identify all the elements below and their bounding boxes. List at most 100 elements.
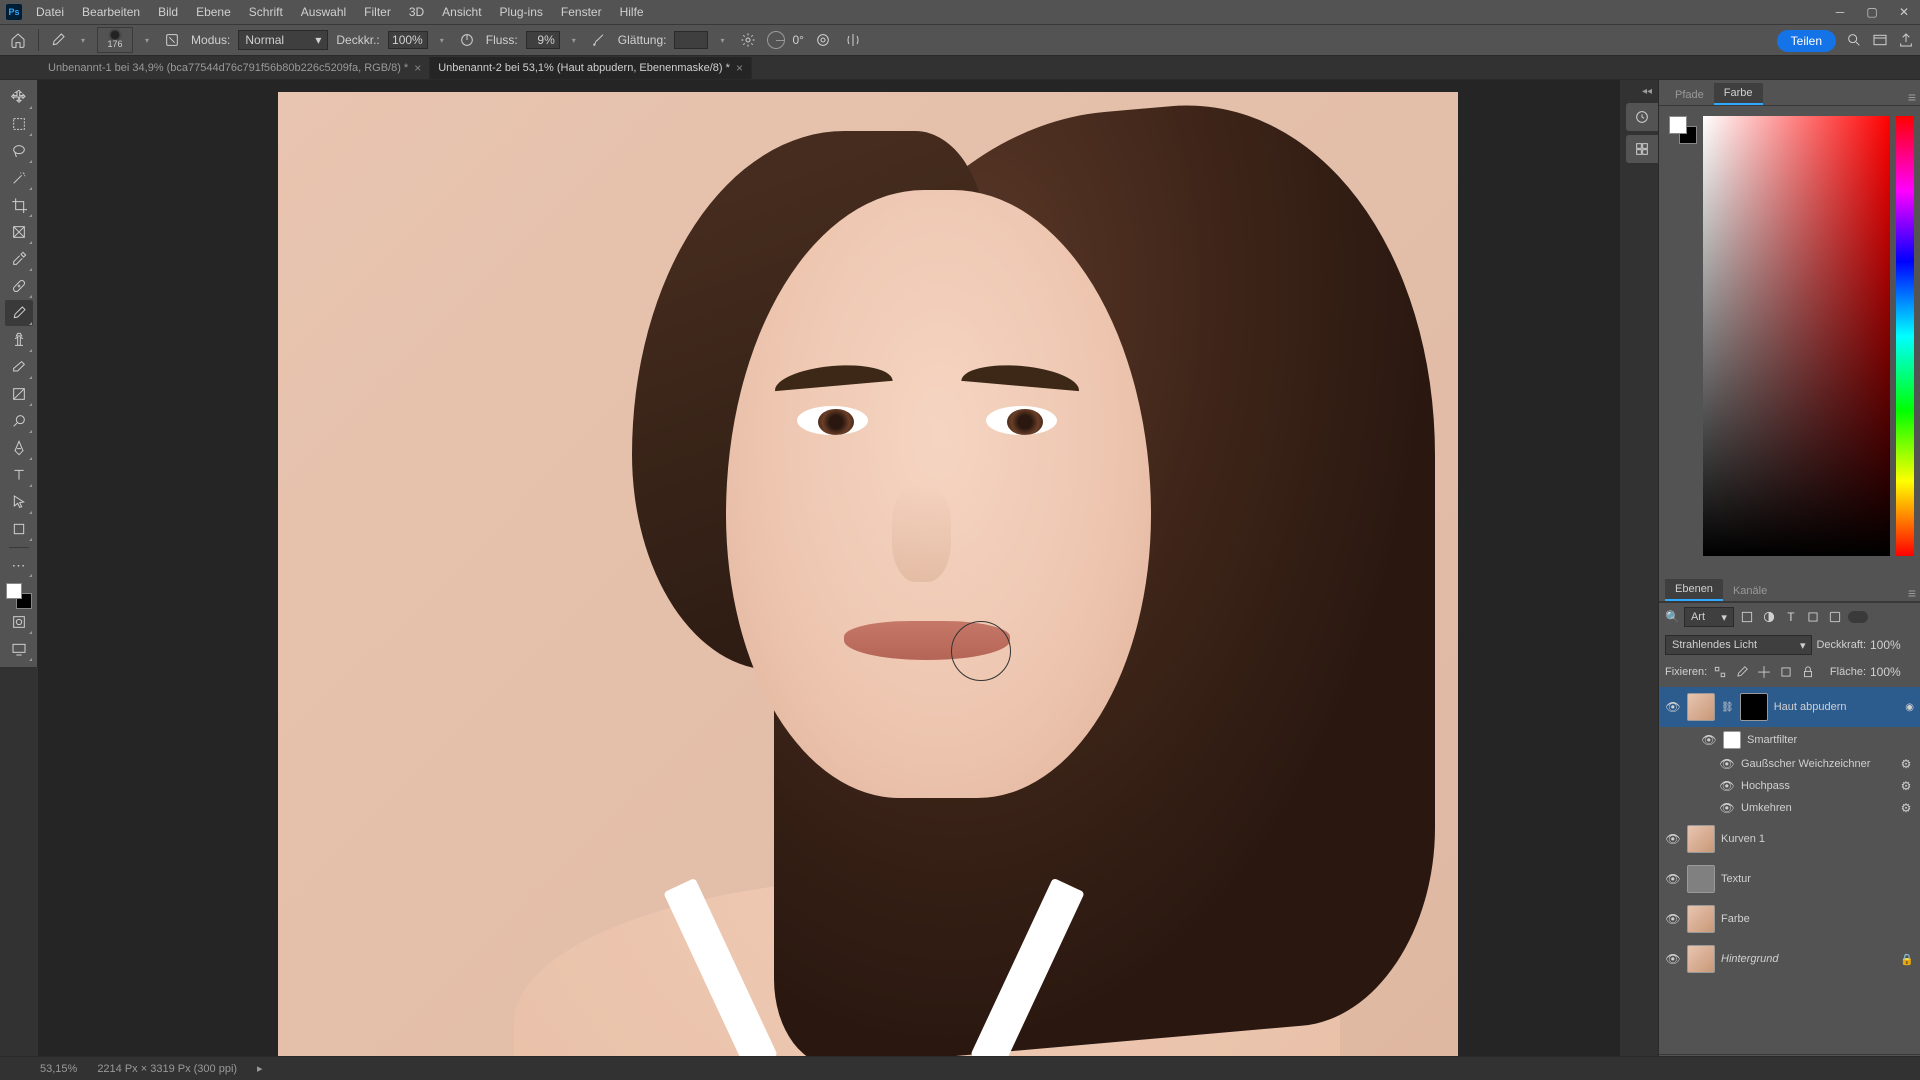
layer-textur[interactable]: 👁 Textur xyxy=(1659,859,1920,899)
fg-swatch[interactable] xyxy=(1669,116,1687,134)
blend-mode-select[interactable]: Normal▾ xyxy=(238,30,328,50)
opacity-dropdown-icon[interactable]: ▾ xyxy=(436,36,448,45)
filter-type-select[interactable]: Art▾ xyxy=(1684,607,1734,627)
menu-filter[interactable]: Filter xyxy=(356,2,399,22)
layer-name[interactable]: Gaußscher Weichzeichner xyxy=(1741,758,1892,770)
fg-bg-color-swatch[interactable] xyxy=(6,583,32,609)
dodge-tool[interactable] xyxy=(5,408,33,434)
layer-name[interactable]: Hintergrund xyxy=(1721,953,1894,965)
filter-hochpass[interactable]: 👁 Hochpass ⚙ xyxy=(1659,775,1920,797)
healing-tool[interactable] xyxy=(5,273,33,299)
eyedropper-tool[interactable] xyxy=(5,246,33,272)
canvas-area[interactable] xyxy=(38,80,1620,1056)
menu-ansicht[interactable]: Ansicht xyxy=(434,2,489,22)
close-button[interactable]: ✕ xyxy=(1888,0,1920,24)
layer-thumb[interactable] xyxy=(1687,865,1715,893)
tab-doc-1[interactable]: Unbenannt-1 bei 34,9% (bca77544d76c791f5… xyxy=(40,57,430,79)
visibility-toggle[interactable]: 👁 xyxy=(1719,801,1735,815)
fg-color[interactable] xyxy=(6,583,22,599)
gradient-tool[interactable] xyxy=(5,381,33,407)
visibility-toggle[interactable]: 👁 xyxy=(1701,733,1717,747)
tab-doc-2[interactable]: Unbenannt-2 bei 53,1% (Haut abpudern, Eb… xyxy=(430,57,752,79)
color-fg-bg-swatch[interactable] xyxy=(1669,116,1697,144)
layer-name[interactable]: Umkehren xyxy=(1741,802,1892,814)
filter-gauss[interactable]: 👁 Gaußscher Weichzeichner ⚙ xyxy=(1659,753,1920,775)
quickmask-tool[interactable] xyxy=(5,609,33,635)
layer-name[interactable]: Kurven 1 xyxy=(1721,833,1914,845)
close-icon[interactable]: × xyxy=(414,61,421,75)
opacity-input[interactable]: 100% xyxy=(388,31,428,49)
flow-dropdown-icon[interactable]: ▾ xyxy=(568,36,580,45)
clone-stamp-tool[interactable] xyxy=(5,327,33,353)
layer-name[interactable]: Smartfilter xyxy=(1747,734,1914,746)
visibility-toggle[interactable]: 👁 xyxy=(1665,912,1681,926)
lock-transparent-icon[interactable] xyxy=(1711,663,1729,681)
symmetry-icon[interactable] xyxy=(842,29,864,51)
more-tools[interactable]: ⋯ xyxy=(5,552,33,578)
layer-fill-input[interactable]: 100% xyxy=(1870,665,1914,679)
visibility-toggle[interactable]: 👁 xyxy=(1665,952,1681,966)
marquee-tool[interactable] xyxy=(5,111,33,137)
path-select-tool[interactable] xyxy=(5,489,33,515)
search-icon[interactable] xyxy=(1846,32,1862,51)
layer-kurven[interactable]: 👁 Kurven 1 xyxy=(1659,819,1920,859)
menu-plugins[interactable]: Plug-ins xyxy=(492,2,551,22)
panel-menu-icon[interactable]: ≡ xyxy=(1908,89,1916,105)
screenmode-tool[interactable] xyxy=(5,636,33,662)
wand-tool[interactable] xyxy=(5,165,33,191)
filter-toggle[interactable] xyxy=(1848,611,1868,623)
layer-mask-thumb[interactable] xyxy=(1740,693,1768,721)
color-field[interactable] xyxy=(1703,116,1890,556)
layer-thumb[interactable] xyxy=(1687,905,1715,933)
layer-thumb[interactable] xyxy=(1687,693,1715,721)
lock-all-icon[interactable] xyxy=(1799,663,1817,681)
search-icon[interactable]: 🔍 xyxy=(1665,610,1680,624)
brush-preset-picker[interactable]: 176 xyxy=(97,27,133,53)
visibility-toggle[interactable]: 👁 xyxy=(1719,779,1735,793)
type-tool[interactable] xyxy=(5,462,33,488)
filter-adjust-icon[interactable] xyxy=(1760,608,1778,626)
layer-blend-select[interactable]: Strahlendes Licht▾ xyxy=(1665,635,1812,655)
menu-schrift[interactable]: Schrift xyxy=(241,2,291,22)
lock-position-icon[interactable] xyxy=(1755,663,1773,681)
link-icon[interactable]: ⛓ xyxy=(1721,702,1734,713)
maximize-button[interactable]: ▢ xyxy=(1856,0,1888,24)
lasso-tool[interactable] xyxy=(5,138,33,164)
close-icon[interactable]: × xyxy=(736,61,743,75)
layer-opacity-input[interactable]: 100% xyxy=(1870,638,1914,652)
menu-datei[interactable]: Datei xyxy=(28,2,72,22)
menu-auswahl[interactable]: Auswahl xyxy=(293,2,354,22)
smoothing-settings-icon[interactable] xyxy=(737,29,759,51)
visibility-toggle[interactable]: 👁 xyxy=(1719,757,1735,771)
menu-bearbeiten[interactable]: Bearbeiten xyxy=(74,2,148,22)
home-icon[interactable] xyxy=(6,28,30,52)
status-arrow-icon[interactable]: ▸ xyxy=(257,1062,263,1075)
minimize-button[interactable]: ─ xyxy=(1824,0,1856,24)
share-button[interactable]: Teilen xyxy=(1777,30,1836,52)
lock-icon[interactable]: 🔒 xyxy=(1900,953,1914,966)
menu-hilfe[interactable]: Hilfe xyxy=(612,2,652,22)
tab-pfade[interactable]: Pfade xyxy=(1665,85,1714,105)
menu-fenster[interactable]: Fenster xyxy=(553,2,610,22)
layer-name[interactable]: Hochpass xyxy=(1741,780,1892,792)
libraries-panel-icon[interactable] xyxy=(1626,135,1658,163)
menu-bild[interactable]: Bild xyxy=(150,2,186,22)
hue-strip[interactable] xyxy=(1896,116,1914,556)
tab-kanaele[interactable]: Kanäle xyxy=(1723,581,1777,601)
pressure-size-icon[interactable] xyxy=(812,29,834,51)
history-panel-icon[interactable] xyxy=(1626,103,1658,131)
menu-ebene[interactable]: Ebene xyxy=(188,2,239,22)
layer-name[interactable]: Farbe xyxy=(1721,913,1914,925)
filter-type-icon[interactable]: T xyxy=(1782,608,1800,626)
tab-farbe[interactable]: Farbe xyxy=(1714,83,1763,105)
filter-shape-icon[interactable] xyxy=(1804,608,1822,626)
expand-panels-icon[interactable]: ◂◂ xyxy=(1636,84,1658,99)
flow-input[interactable]: 9% xyxy=(526,31,560,49)
visibility-toggle[interactable]: 👁 xyxy=(1665,832,1681,846)
brush-panel-icon[interactable] xyxy=(161,29,183,51)
angle-control[interactable] xyxy=(767,31,785,49)
layer-hintergrund[interactable]: 👁 Hintergrund 🔒 xyxy=(1659,939,1920,979)
filter-options-icon[interactable]: ⚙ xyxy=(1898,801,1914,815)
visibility-toggle[interactable]: 👁 xyxy=(1665,700,1681,714)
frame-tool[interactable] xyxy=(5,219,33,245)
